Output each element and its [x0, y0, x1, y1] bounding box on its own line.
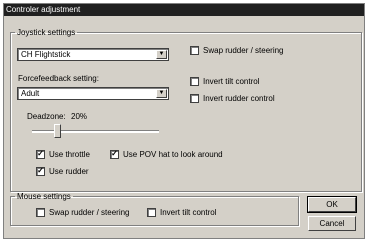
invert-rudder-label: Invert rudder control [203, 94, 275, 103]
forcefeedback-label: Forcefeedback setting: [18, 74, 99, 83]
mouse-invert-tilt-label: Invert tilt control [160, 208, 217, 217]
controller-adjustment-dialog: Controler adjustment Joystick settings C… [3, 3, 365, 239]
invert-rudder-checkbox[interactable] [190, 94, 199, 103]
use-rudder-checkbox[interactable] [36, 167, 45, 176]
chevron-down-icon[interactable]: ▼ [156, 50, 167, 59]
invert-tilt-label: Invert tilt control [203, 77, 260, 86]
swap-rudder-checkbox[interactable] [190, 46, 199, 55]
mouse-swap-rudder-checkbox[interactable] [36, 208, 45, 217]
deadzone-value: 20% [71, 112, 88, 121]
forcefeedback-value: Adult [21, 89, 40, 98]
use-rudder-label: Use rudder [49, 167, 89, 176]
mouse-invert-tilt-checkbox[interactable] [147, 208, 156, 217]
mouse-settings-legend: Mouse settings [17, 192, 71, 201]
joystick-device-value: CH Flightstick [21, 50, 71, 59]
cancel-button[interactable]: Cancel [308, 216, 356, 231]
use-throttle-checkbox[interactable] [36, 150, 45, 159]
deadzone-slider-track[interactable] [32, 130, 159, 133]
use-pov-label: Use POV hat to look around [123, 150, 223, 159]
invert-tilt-checkbox[interactable] [190, 77, 199, 86]
mouse-swap-rudder-label: Swap rudder / steering [49, 208, 130, 217]
deadzone-slider-thumb[interactable] [53, 124, 61, 138]
window-title: Controler adjustment [4, 4, 364, 16]
chevron-down-icon[interactable]: ▼ [156, 89, 167, 98]
swap-rudder-label: Swap rudder / steering [203, 46, 284, 55]
use-pov-checkbox[interactable] [110, 150, 119, 159]
use-throttle-label: Use throttle [49, 150, 90, 159]
deadzone-label: Deadzone: [27, 112, 66, 121]
forcefeedback-dropdown[interactable]: Adult ▼ [17, 87, 169, 100]
joystick-device-dropdown[interactable]: CH Flightstick ▼ [17, 48, 169, 61]
ok-button[interactable]: OK [307, 196, 357, 213]
joystick-settings-legend: Joystick settings [17, 28, 76, 37]
